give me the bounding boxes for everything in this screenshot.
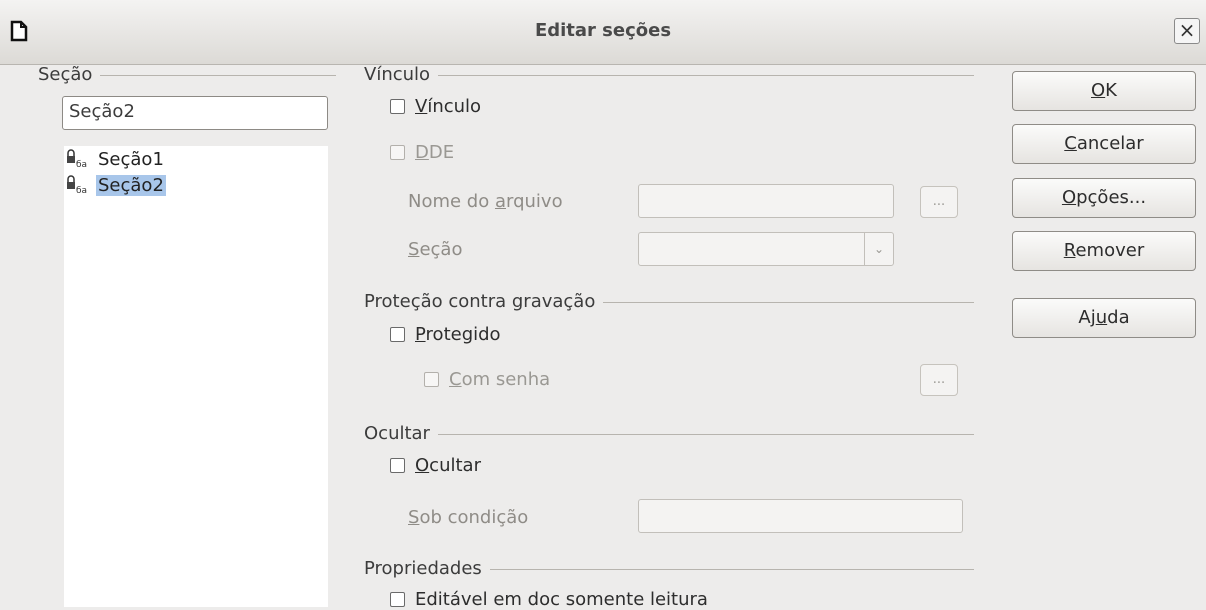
protection-group-heading: Proteção contra gravação (364, 289, 974, 313)
section-link-select[interactable]: ⌄ (638, 232, 894, 266)
dde-checkbox-label: DDE (415, 142, 455, 163)
close-button[interactable]: × (1174, 18, 1200, 44)
section-group-heading: Seção (38, 62, 336, 86)
condition-input[interactable] (638, 499, 963, 533)
link-checkbox[interactable]: Vínculo (390, 96, 481, 117)
link-divider (438, 74, 974, 76)
link-checkbox-label: Vínculo (415, 96, 482, 117)
protected-checkbox[interactable]: Protegido (390, 324, 501, 345)
password-checkbox-label: Com senha (449, 369, 551, 390)
browse-file-button[interactable]: ... (920, 186, 958, 218)
checkbox-box[interactable] (390, 145, 405, 160)
protected-checkbox-label: Protegido (415, 324, 501, 345)
password-checkbox[interactable]: Com senha (424, 369, 550, 390)
ok-button[interactable]: OK (1012, 71, 1196, 111)
section-name-input[interactable]: Seção2 (62, 96, 328, 130)
checkbox-box[interactable] (390, 458, 405, 473)
list-item[interactable]: ба Seção1 (64, 146, 328, 172)
section-divider (100, 74, 336, 76)
filename-label: Nome do arquivo (408, 191, 563, 212)
lock-link-icon: ба (67, 149, 87, 170)
link-heading: Vínculo (364, 63, 431, 85)
password-button[interactable]: ... (920, 364, 958, 396)
protection-divider (603, 301, 974, 303)
section-item-label: Seção2 (96, 174, 166, 196)
condition-label: Sob condição (408, 507, 529, 528)
hide-checkbox-label: Ocultar (415, 455, 481, 476)
section-list[interactable]: ба Seção1 ба Seção2 (64, 146, 328, 607)
options-button[interactable]: Opções... (1012, 178, 1196, 218)
hide-heading: Ocultar (364, 422, 430, 444)
dde-checkbox[interactable]: DDE (390, 142, 454, 163)
checkbox-box[interactable] (390, 327, 405, 342)
hide-group-heading: Ocultar (364, 421, 974, 445)
link-group-heading: Vínculo (364, 62, 974, 86)
checkbox-box[interactable] (424, 372, 439, 387)
cancel-button[interactable]: Cancelar (1012, 124, 1196, 164)
window-title: Editar seções (534, 20, 672, 41)
checkbox-box[interactable] (390, 99, 405, 114)
hide-divider (437, 433, 974, 435)
help-button[interactable]: Ajuda (1012, 298, 1196, 338)
hide-checkbox[interactable]: Ocultar (390, 455, 481, 476)
properties-heading: Propriedades (364, 557, 482, 579)
properties-divider (489, 568, 974, 570)
section-link-label: Seção (408, 239, 463, 260)
svg-text:ба: ба (76, 186, 87, 196)
section-item-label: Seção1 (98, 148, 164, 170)
checkbox-box[interactable] (390, 592, 405, 607)
properties-group-heading: Propriedades (364, 556, 974, 580)
list-item[interactable]: ба Seção2 (64, 172, 328, 198)
remove-button[interactable]: Remover (1012, 231, 1196, 271)
svg-text:ба: ба (76, 160, 87, 170)
lock-link-icon: ба (67, 175, 87, 196)
protection-heading: Proteção contra gravação (364, 290, 596, 312)
filename-input[interactable] (638, 184, 894, 218)
chevron-down-icon[interactable]: ⌄ (864, 233, 893, 265)
section-heading: Seção (38, 63, 93, 85)
